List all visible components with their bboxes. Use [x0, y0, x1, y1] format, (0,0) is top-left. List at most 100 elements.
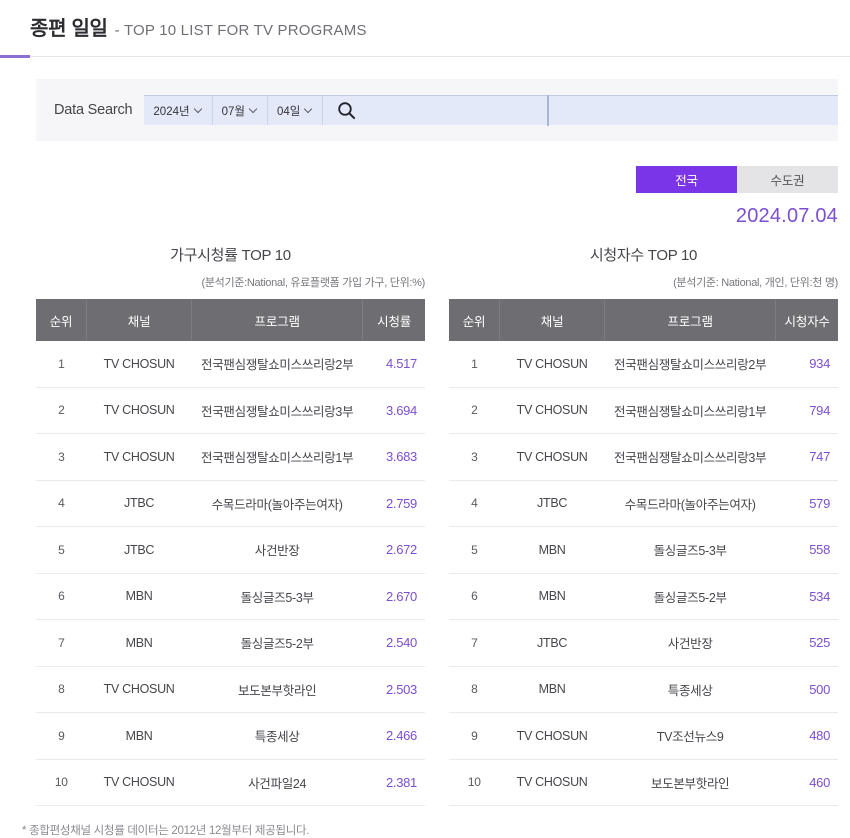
- viewers-count-table-block: 시청자수 TOP 10 (분석기준: National, 개인, 단위:천 명)…: [449, 244, 838, 806]
- cell-value: 460: [775, 759, 838, 806]
- cell-value: 525: [775, 619, 838, 667]
- table-row[interactable]: 3 TV CHOSUN 전국팬심쟁탈쇼미스쓰리랑3부 747: [449, 433, 838, 481]
- table-row[interactable]: 1 TV CHOSUN 전국팬심쟁탈쇼미스쓰리랑2부 934: [449, 341, 838, 388]
- cell-value: 2.503: [362, 666, 425, 713]
- cell-value: 480: [775, 712, 838, 760]
- column-header-program: 프로그램: [604, 299, 777, 341]
- month-select[interactable]: 07월: [212, 96, 268, 125]
- cell-rank: 10: [449, 759, 500, 806]
- cell-program: 사건반장: [604, 619, 776, 667]
- cell-rank: 6: [449, 573, 500, 620]
- column-header-program: 프로그램: [191, 299, 364, 341]
- year-select-value: 2024년: [153, 105, 190, 118]
- cell-value: 2.540: [362, 619, 425, 667]
- table-row[interactable]: 7 MBN 돌싱글즈5-2부 2.540: [36, 619, 425, 667]
- table-row[interactable]: 4 JTBC 수목드라마(놀아주는여자) 579: [449, 480, 838, 527]
- date-display: 2024.07.04: [735, 205, 838, 227]
- cell-value: 794: [775, 387, 838, 434]
- cell-channel: TV CHOSUN: [86, 666, 192, 713]
- cell-value: 500: [775, 666, 838, 713]
- cell-value: 747: [775, 433, 838, 481]
- cell-rank: 1: [36, 341, 87, 388]
- table-row[interactable]: 6 MBN 돌싱글즈5-3부 2.670: [36, 573, 425, 620]
- table-header: 순위 채널 프로그램 시청자수: [449, 299, 838, 341]
- column-header-channel: 채널: [499, 299, 606, 341]
- table-row[interactable]: 1 TV CHOSUN 전국팬심쟁탈쇼미스쓰리랑2부 4.517: [36, 341, 425, 388]
- cell-program: 돌싱글즈5-2부: [191, 619, 363, 667]
- cell-channel: TV CHOSUN: [499, 341, 605, 388]
- region-toggle-nationwide[interactable]: 전국: [636, 166, 737, 193]
- cell-value: 2.672: [362, 526, 425, 574]
- table-note: (분석기준:National, 유료플랫폼 가입 가구, 단위:%): [201, 277, 425, 289]
- cell-rank: 5: [449, 526, 500, 574]
- cell-channel: JTBC: [499, 619, 605, 667]
- cell-program: 특종세상: [191, 712, 363, 760]
- search-field: 2024년 07월 04일: [144, 95, 838, 126]
- table-header-row: 순위 채널 프로그램 시청률: [36, 299, 425, 341]
- chevron-down-icon: [195, 106, 203, 114]
- cell-rank: 4: [36, 480, 87, 527]
- table-row[interactable]: 2 TV CHOSUN 전국팬심쟁탈쇼미스쓰리랑1부 794: [449, 387, 838, 434]
- column-header-value: 시청자수: [775, 299, 838, 341]
- search-button[interactable]: [323, 96, 369, 125]
- table-row[interactable]: 9 MBN 특종세상 2.466: [36, 712, 425, 760]
- cell-value: 2.759: [362, 480, 425, 527]
- tables-container: 가구시청률 TOP 10 (분석기준:National, 유료플랫폼 가입 가구…: [0, 244, 850, 806]
- cell-program: 전국팬심쟁탈쇼미스쓰리랑3부: [604, 433, 776, 481]
- cell-program: 돌싱글즈5-3부: [191, 573, 363, 620]
- cell-value: 2.466: [362, 712, 425, 760]
- cell-program: 사건파일24: [191, 759, 363, 806]
- day-select-value: 04일: [276, 105, 301, 118]
- cell-channel: MBN: [499, 666, 605, 713]
- day-select[interactable]: 04일: [267, 96, 324, 125]
- table-row[interactable]: 7 JTBC 사건반장 525: [449, 619, 838, 667]
- table-row[interactable]: 9 TV CHOSUN TV조선뉴스9 480: [449, 712, 838, 760]
- cell-program: 보도본부핫라인: [604, 759, 776, 806]
- cell-channel: MBN: [86, 573, 192, 620]
- cell-program: 전국팬심쟁탈쇼미스쓰리랑2부: [191, 341, 363, 388]
- table-row[interactable]: 10 TV CHOSUN 보도본부핫라인 460: [449, 759, 838, 806]
- table-row[interactable]: 2 TV CHOSUN 전국팬심쟁탈쇼미스쓰리랑3부 3.694: [36, 387, 425, 434]
- cell-rank: 7: [36, 619, 87, 667]
- cell-program: 전국팬심쟁탈쇼미스쓰리랑3부: [191, 387, 363, 434]
- table-row[interactable]: 5 MBN 돌싱글즈5-3부 558: [449, 526, 838, 574]
- cell-rank: 9: [449, 712, 500, 760]
- table-row[interactable]: 6 MBN 돌싱글즈5-2부 534: [449, 573, 838, 620]
- table-note: (분석기준: National, 개인, 단위:천 명): [673, 277, 838, 289]
- table-row[interactable]: 8 TV CHOSUN 보도본부핫라인 2.503: [36, 666, 425, 713]
- cell-value: 534: [775, 573, 838, 620]
- cell-program: 수목드라마(놀아주는여자): [191, 480, 363, 527]
- cell-channel: JTBC: [86, 480, 192, 527]
- chevron-down-icon: [250, 106, 258, 114]
- column-header-value: 시청률: [362, 299, 425, 341]
- cell-channel: TV CHOSUN: [499, 433, 605, 481]
- table-row[interactable]: 3 TV CHOSUN 전국팬심쟁탈쇼미스쓰리랑1부 3.683: [36, 433, 425, 481]
- region-toggle: 전국 수도권: [636, 166, 838, 193]
- cell-value: 2.670: [362, 573, 425, 620]
- search-input[interactable]: [369, 95, 838, 126]
- table-row[interactable]: 4 JTBC 수목드라마(놀아주는여자) 2.759: [36, 480, 425, 527]
- viewers-count-table: 순위 채널 프로그램 시청자수 1 TV CHOSUN 전국팬심쟁탈쇼미스쓰리랑2부…: [449, 299, 838, 806]
- cell-channel: TV CHOSUN: [499, 759, 605, 806]
- table-row[interactable]: 8 MBN 특종세상 500: [449, 666, 838, 713]
- cell-program: 특종세상: [604, 666, 776, 713]
- column-header-rank: 순위: [449, 299, 501, 341]
- year-select[interactable]: 2024년: [144, 96, 213, 125]
- table-body: 1 TV CHOSUN 전국팬심쟁탈쇼미스쓰리랑2부 4.517 2 TV CHOSUN…: [36, 341, 425, 806]
- table-row[interactable]: 5 JTBC 사건반장 2.672: [36, 526, 425, 574]
- cell-value: 3.694: [362, 387, 425, 434]
- region-toggle-metro[interactable]: 수도권: [737, 166, 838, 193]
- household-rating-table-block: 가구시청률 TOP 10 (분석기준:National, 유료플랫폼 가입 가구…: [36, 244, 425, 806]
- cell-channel: TV CHOSUN: [499, 712, 605, 760]
- search-label: Data Search: [54, 102, 133, 118]
- cell-rank: 10: [36, 759, 87, 806]
- cell-channel: TV CHOSUN: [86, 387, 192, 434]
- cell-value: 579: [775, 480, 838, 527]
- cell-rank: 8: [36, 666, 87, 713]
- page-title-main: 종편 일일: [30, 17, 108, 40]
- cell-channel: JTBC: [86, 526, 192, 574]
- page-header: 종편 일일 - TOP 10 LIST FOR TV PROGRAMS: [0, 0, 850, 58]
- chevron-down-icon: [305, 106, 313, 114]
- cell-channel: MBN: [499, 526, 605, 574]
- table-row[interactable]: 10 TV CHOSUN 사건파일24 2.381: [36, 759, 425, 806]
